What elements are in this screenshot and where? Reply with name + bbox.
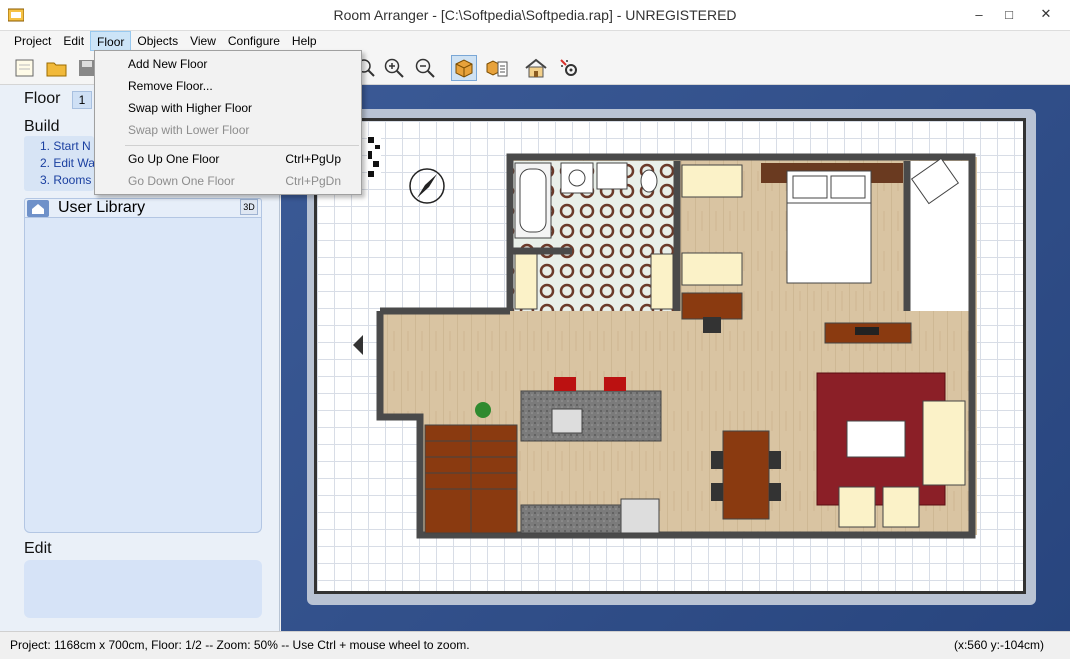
status-coordinates: (x:560 y:-104cm) xyxy=(953,638,1044,652)
build-label: Build xyxy=(24,118,60,135)
menu-view[interactable]: View xyxy=(184,31,222,51)
menu-objects[interactable]: Objects xyxy=(131,31,184,51)
menu-bar: Project Edit Floor Objects View Configur… xyxy=(0,31,1070,51)
build-step-rooms[interactable]: 3. Rooms xyxy=(40,173,91,187)
bath-cabinet-left[interactable] xyxy=(514,253,538,310)
wardrobe-top[interactable] xyxy=(681,164,743,198)
edit-label: Edit xyxy=(24,540,52,557)
menu-swap-higher-floor[interactable]: Swap with Higher Floor xyxy=(95,97,361,119)
compass-icon[interactable] xyxy=(409,168,445,204)
new-project-button[interactable] xyxy=(12,55,38,81)
view-3d-objects-button[interactable] xyxy=(451,55,477,81)
floor-plan-drawing xyxy=(353,136,977,539)
window-title: Room Arranger - [C:\Softpedia\Softpedia.… xyxy=(333,7,737,23)
gear-icon xyxy=(560,59,577,76)
box-3d-icon xyxy=(455,59,473,78)
menu-configure[interactable]: Configure xyxy=(222,31,286,51)
menu-project[interactable]: Project xyxy=(8,31,57,51)
kitchen-island[interactable] xyxy=(520,390,662,442)
coffee-table[interactable] xyxy=(846,420,906,458)
bathtub[interactable] xyxy=(514,162,552,239)
floor-plan-canvas[interactable] xyxy=(314,118,1026,594)
zoom-in-icon xyxy=(384,58,404,78)
menu-go-up-one-floor[interactable]: Go Up One Floor Ctrl+PgUp xyxy=(95,148,361,170)
maximize-button[interactable]: □ xyxy=(995,4,1023,24)
staircase[interactable] xyxy=(424,424,518,534)
build-step-start[interactable]: 1. Start N xyxy=(40,139,91,153)
edit-panel xyxy=(24,560,262,618)
menu-swap-lower-floor: Swap with Lower Floor xyxy=(128,123,250,137)
plant-icon xyxy=(475,402,491,418)
open-project-button[interactable] xyxy=(44,55,70,81)
wardrobe-bottom[interactable] xyxy=(681,252,743,286)
object-list-icon xyxy=(486,60,508,77)
kitchen-sink[interactable] xyxy=(551,408,583,434)
sofa[interactable] xyxy=(922,400,966,486)
office-chair[interactable] xyxy=(703,317,721,333)
menu-floor[interactable]: Floor xyxy=(90,31,132,51)
user-library-list[interactable] xyxy=(24,218,262,533)
floor-number-selector[interactable]: 1 xyxy=(72,91,92,109)
zoom-out-button[interactable] xyxy=(412,55,438,81)
user-library-header: User Library 3D xyxy=(24,198,262,218)
title-bar: Room Arranger - [C:\Softpedia\Softpedia.… xyxy=(0,0,1070,31)
zoom-out-icon xyxy=(415,58,435,78)
qr-code-icon xyxy=(367,136,381,180)
floor-dropdown-menu: Add New Floor Remove Floor... Swap with … xyxy=(94,50,362,195)
folder-open-icon xyxy=(46,62,67,77)
floor-label: Floor xyxy=(24,90,61,107)
build-step-edit-walls[interactable]: 2. Edit Wa xyxy=(40,156,95,170)
status-project-info: Project: 1168cm x 700cm, Floor: 1/2 -- Z… xyxy=(10,638,470,652)
view-3d-house-button[interactable] xyxy=(523,55,549,81)
menu-edit[interactable]: Edit xyxy=(57,31,90,51)
menu-help[interactable]: Help xyxy=(286,31,323,51)
bath-cabinet-right[interactable] xyxy=(650,253,674,310)
status-bar: Project: 1168cm x 700cm, Floor: 1/2 -- Z… xyxy=(0,631,1070,659)
armchair-right[interactable] xyxy=(882,486,920,528)
close-button[interactable]: ✕ xyxy=(1032,4,1060,24)
desk[interactable] xyxy=(681,292,743,320)
build-steps: 1. Start N 2. Edit Wa 3. Rooms xyxy=(24,136,95,191)
user-library-label: User Library xyxy=(58,199,146,216)
bar-stool-2[interactable] xyxy=(604,377,626,391)
new-document-icon xyxy=(15,59,34,77)
menu-separator xyxy=(125,145,359,146)
canvas-area xyxy=(281,85,1070,631)
bar-stool-1[interactable] xyxy=(554,377,576,391)
menu-remove-floor[interactable]: Remove Floor... xyxy=(95,75,361,97)
settings-button[interactable] xyxy=(556,55,582,81)
entrance-arrow-icon xyxy=(353,335,363,355)
object-list-button[interactable] xyxy=(484,55,510,81)
armchair-left[interactable] xyxy=(838,486,876,528)
television[interactable] xyxy=(855,327,879,335)
plan-frame xyxy=(307,109,1036,605)
menu-add-new-floor[interactable]: Add New Floor xyxy=(95,53,361,75)
minimize-button[interactable]: – xyxy=(965,4,993,24)
menu-go-down-one-floor: Go Down One Floor Ctrl+PgDn xyxy=(128,174,341,188)
home-icon[interactable] xyxy=(27,200,49,217)
stove[interactable] xyxy=(620,498,660,534)
three-d-toggle[interactable]: 3D xyxy=(240,199,258,215)
zoom-in-button[interactable] xyxy=(381,55,407,81)
house-3d-icon xyxy=(525,58,547,78)
